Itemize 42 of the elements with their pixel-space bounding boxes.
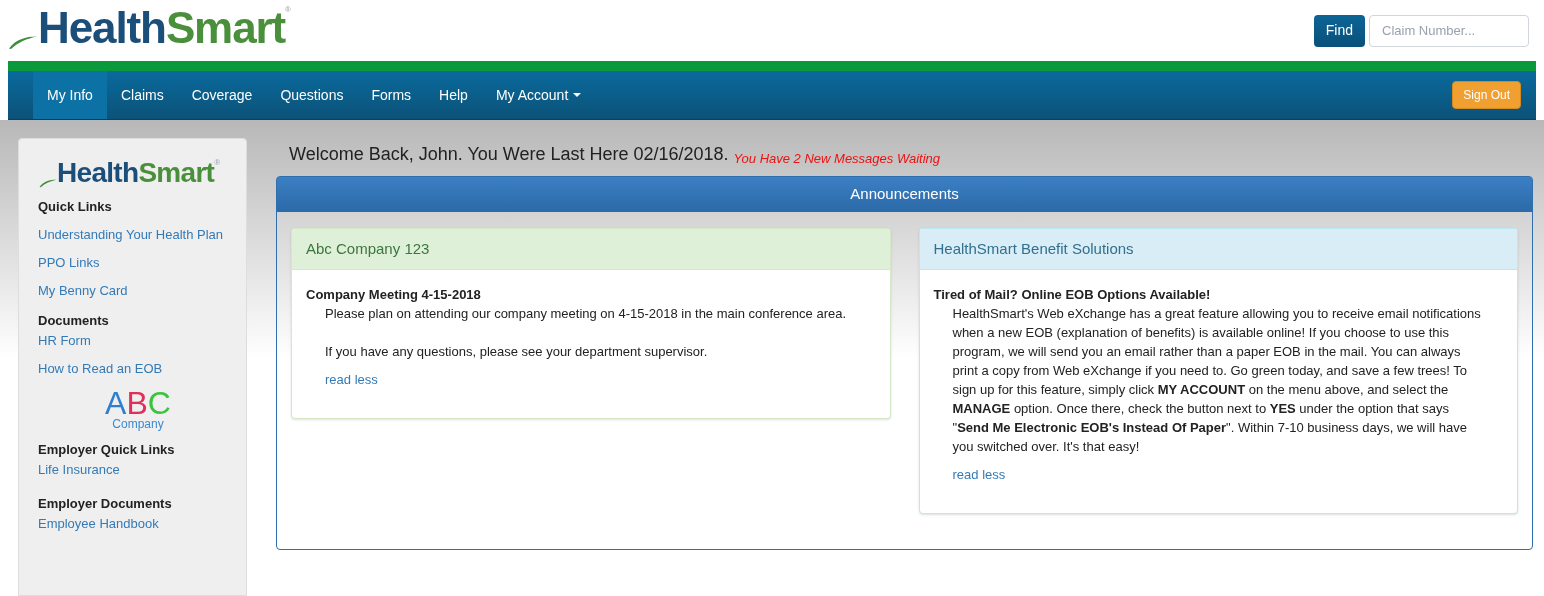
- nav-tab[interactable]: My Info: [33, 71, 107, 119]
- card-title: HealthSmart Benefit Solutions: [919, 229, 1517, 270]
- registered-mark: ®: [214, 159, 221, 167]
- find-button[interactable]: Find: [1313, 14, 1365, 47]
- sidebar-link[interactable]: How to Read an EOB: [38, 359, 163, 379]
- read-less-link[interactable]: read less: [306, 370, 378, 390]
- registered-mark: ®: [285, 5, 291, 14]
- logo-text: Health: [38, 5, 166, 50]
- logo-letter: A: [105, 387, 127, 419]
- announcement-text: Please plan on attending our company meeting on 4-15-2018 in the main conference area.: [324, 305, 848, 323]
- logo-text: Smart: [165, 5, 286, 50]
- nav-tab[interactable]: Help: [425, 71, 482, 119]
- logo-letter: B: [126, 387, 148, 419]
- announcement-heading: Company Meeting 4-15-2018: [306, 286, 482, 304]
- sidebar-link[interactable]: PPO Links: [38, 253, 100, 273]
- sidebar-link[interactable]: Understanding Your Health Plan: [38, 225, 224, 245]
- read-less-link[interactable]: read less: [933, 465, 1006, 485]
- sidebar-link[interactable]: Employee Handbook: [38, 514, 159, 534]
- claim-number-field[interactable]: Claim Number...: [1369, 14, 1529, 47]
- section-heading: Employer Quick Links: [38, 441, 176, 459]
- announcement-text: HealthSmart's Web eXchange has a great feature allowing you to receive email notifications when a new EOB (explanation of benefits) is available online! If you choose to use this program, we will send you an email rather than a paper EOB in the mail. You can always print a copy from Web eXchange if you need to. Go green today, and save a few trees! To sign up for this feature, simply click MY ACCOUNT on the menu above, and select the MANAGE option. Once there, check the button next to YES under the option that says "Send Me Electronic EOB's Instead Of Paper". Within 7-10 business days, we will have you switched over. It's that easy!: [951, 305, 1482, 456]
- sidebar-link[interactable]: Life Insurance: [38, 460, 120, 480]
- section-heading: Employer Documents: [38, 495, 173, 513]
- announcement-text: If you have any questions, please see your department supervisor.: [324, 343, 709, 361]
- logo-text: Health: [57, 159, 139, 187]
- nav-tab[interactable]: Questions: [266, 71, 358, 119]
- sidebar-link[interactable]: My Benny Card: [38, 281, 128, 301]
- logo-text: Smart: [138, 159, 215, 187]
- nav-tab[interactable]: Claims: [106, 71, 178, 119]
- sidebar-link[interactable]: HR Form: [38, 331, 91, 351]
- nav-tab[interactable]: Forms: [357, 71, 426, 119]
- nav-tab[interactable]: Coverage: [177, 71, 267, 119]
- welcome-text: Welcome Back, John. You Were Last Here 02/16/2018.: [289, 143, 729, 166]
- section-heading: Documents: [38, 312, 110, 330]
- logo-caption: Company: [112, 418, 164, 430]
- messages-link[interactable]: You Have 2 New Messages Waiting: [733, 148, 941, 168]
- announcement-heading: Tired of Mail? Online EOB Options Available!: [933, 286, 1212, 304]
- panel-title: Announcements: [277, 177, 1532, 212]
- nav-tab[interactable]: My Account: [481, 71, 596, 119]
- logo-letter: C: [147, 387, 171, 419]
- section-heading: Quick Links: [38, 198, 113, 216]
- card-title: Abc Company 123: [292, 229, 890, 270]
